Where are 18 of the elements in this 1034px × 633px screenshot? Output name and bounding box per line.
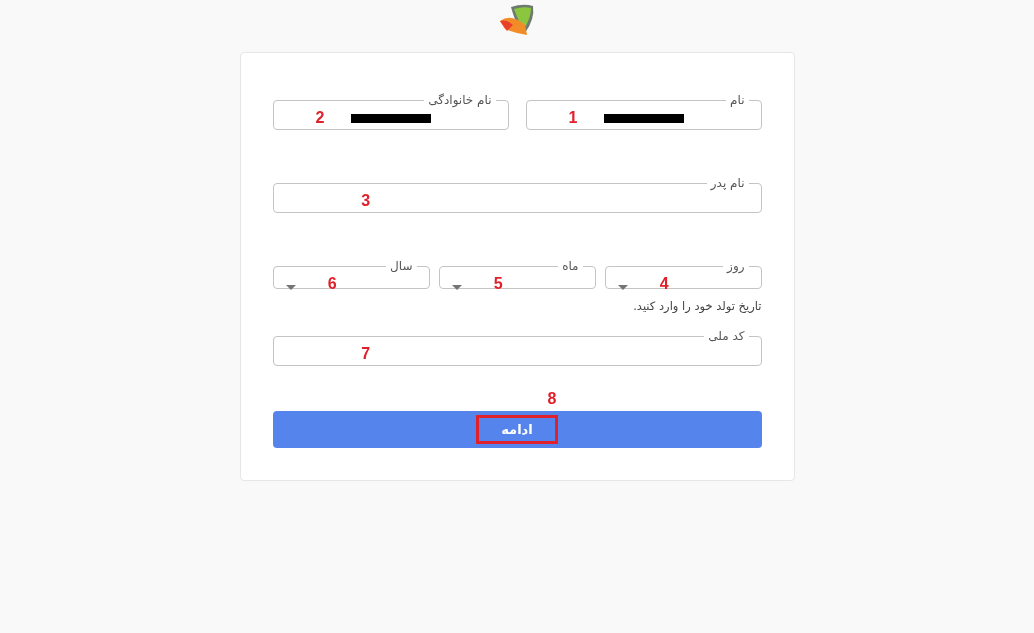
caret-icon — [617, 285, 628, 290]
field-label: نام پدر — [709, 176, 746, 190]
annotation-number: 7 — [361, 345, 371, 363]
caret-icon — [451, 285, 462, 290]
field-label: کد ملی — [707, 329, 746, 343]
field-label: ماه — [561, 259, 580, 273]
annotation-number: 1 — [568, 109, 578, 127]
annotation-number: 8 — [547, 390, 557, 408]
field-label: نام خانوادگی — [427, 93, 493, 107]
annotation-number: 3 — [361, 192, 371, 210]
continue-button[interactable]: ادامه — [272, 411, 762, 448]
hint-text: تاریخ تولد خود را وارد کنید. — [632, 299, 762, 313]
caret-icon — [285, 285, 296, 290]
field-label: روز — [725, 259, 746, 273]
highlight-frame: ادامه — [476, 415, 558, 444]
field-label: نام — [729, 93, 746, 107]
field-label: سال — [389, 259, 414, 273]
annotation-number: 2 — [315, 109, 325, 127]
